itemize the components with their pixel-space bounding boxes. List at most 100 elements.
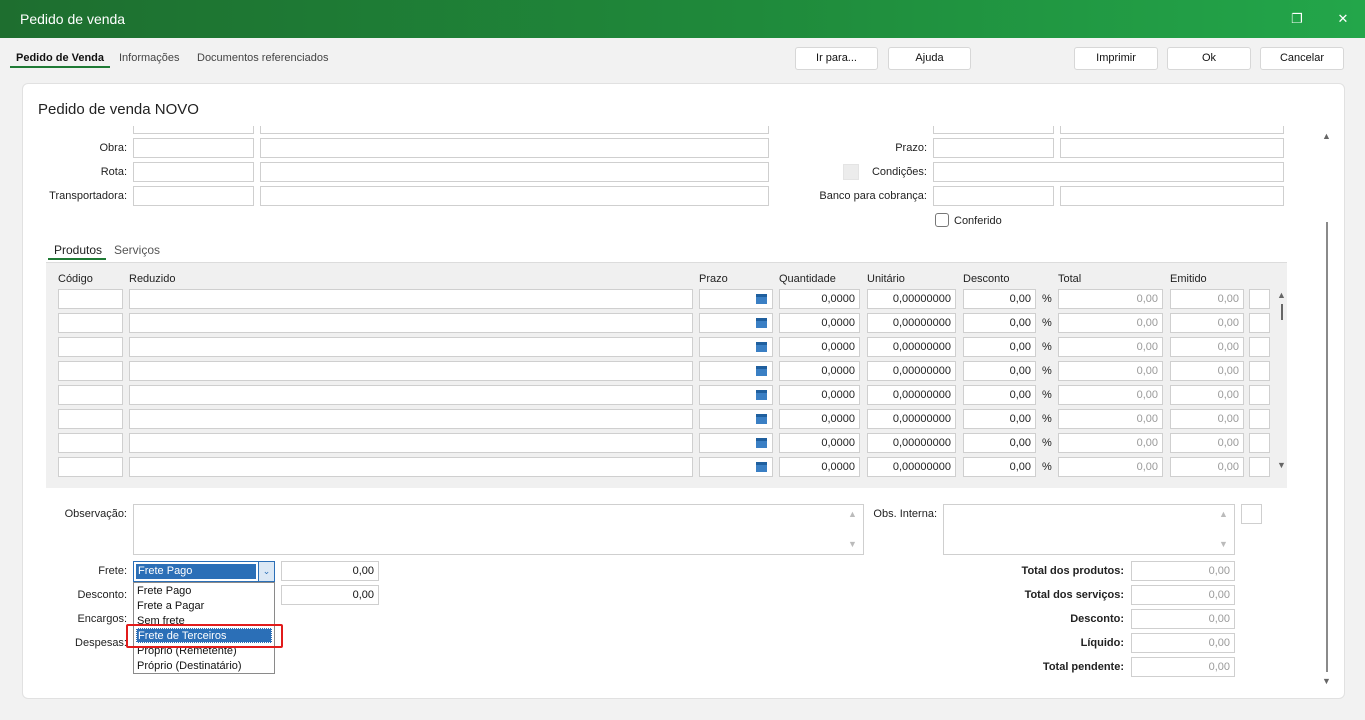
extra-cell[interactable] bbox=[1249, 361, 1270, 381]
desconto-cell[interactable]: 0,00 bbox=[963, 289, 1036, 309]
unitario-cell[interactable]: 0,00000000 bbox=[867, 433, 956, 453]
tab-servicos[interactable]: Serviços bbox=[114, 243, 160, 257]
restore-icon[interactable]: ❐ bbox=[1286, 8, 1308, 30]
obs-interna-textarea[interactable]: ▲ ▼ bbox=[943, 504, 1235, 555]
extra-cell[interactable] bbox=[1249, 409, 1270, 429]
observacao-textarea[interactable]: ▲ ▼ bbox=[133, 504, 864, 555]
extra-cell[interactable] bbox=[1249, 433, 1270, 453]
quantidade-cell[interactable]: 0,0000 bbox=[779, 433, 860, 453]
codigo-cell[interactable] bbox=[58, 457, 123, 477]
tab-produtos[interactable]: Produtos bbox=[54, 243, 102, 257]
ajuda-button[interactable]: Ajuda bbox=[888, 47, 971, 70]
extra-cell[interactable] bbox=[1249, 457, 1270, 477]
conferido-checkbox[interactable] bbox=[935, 213, 949, 227]
desconto-cell[interactable]: 0,00 bbox=[963, 433, 1036, 453]
chevron-down-icon[interactable]: ⌄ bbox=[258, 562, 274, 581]
rota-code-field[interactable] bbox=[133, 162, 254, 182]
ok-button[interactable]: Ok bbox=[1167, 47, 1251, 70]
tab-informacoes[interactable]: Informações bbox=[119, 52, 180, 64]
calendar-icon[interactable] bbox=[756, 390, 767, 400]
scroll-down-icon[interactable]: ▼ bbox=[848, 539, 857, 549]
reduzido-cell[interactable] bbox=[129, 361, 693, 381]
cut-field[interactable] bbox=[133, 126, 254, 134]
quantidade-cell[interactable]: 0,0000 bbox=[779, 337, 860, 357]
banco-name-field[interactable] bbox=[1060, 186, 1284, 206]
scroll-down-icon[interactable]: ▼ bbox=[1219, 539, 1228, 549]
calendar-icon[interactable] bbox=[756, 318, 767, 328]
codigo-cell[interactable] bbox=[58, 433, 123, 453]
quantidade-cell[interactable]: 0,0000 bbox=[779, 457, 860, 477]
extra-cell[interactable] bbox=[1249, 313, 1270, 333]
codigo-cell[interactable] bbox=[58, 409, 123, 429]
frete-select[interactable]: Frete Pago ⌄ bbox=[133, 561, 275, 582]
ir-para-button[interactable]: Ir para... bbox=[795, 47, 878, 70]
desconto-cell[interactable]: 0,00 bbox=[963, 457, 1036, 477]
extra-cell[interactable] bbox=[1249, 289, 1270, 309]
prazo-code-field[interactable] bbox=[933, 138, 1054, 158]
quantidade-cell[interactable]: 0,0000 bbox=[779, 385, 860, 405]
quantidade-cell[interactable]: 0,0000 bbox=[779, 361, 860, 381]
unitario-cell[interactable]: 0,00000000 bbox=[867, 361, 956, 381]
obra-name-field[interactable] bbox=[260, 138, 769, 158]
imprimir-button[interactable]: Imprimir bbox=[1074, 47, 1158, 70]
unitario-cell[interactable]: 0,00000000 bbox=[867, 385, 956, 405]
codigo-cell[interactable] bbox=[58, 361, 123, 381]
desconto-cell[interactable]: 0,00 bbox=[963, 385, 1036, 405]
obs-interna-extra-button[interactable] bbox=[1241, 504, 1262, 524]
quantidade-cell[interactable]: 0,0000 bbox=[779, 289, 860, 309]
grid-scroll-up-icon[interactable]: ▲ bbox=[1277, 290, 1286, 300]
close-icon[interactable]: ✕ bbox=[1332, 8, 1354, 30]
calendar-icon[interactable] bbox=[756, 438, 767, 448]
panel-scroll-down-icon[interactable]: ▼ bbox=[1322, 676, 1331, 686]
unitario-cell[interactable]: 0,00000000 bbox=[867, 313, 956, 333]
quantidade-cell[interactable]: 0,0000 bbox=[779, 313, 860, 333]
calendar-icon[interactable] bbox=[756, 462, 767, 472]
tab-documentos-referenciados[interactable]: Documentos referenciados bbox=[197, 52, 328, 64]
cancelar-button[interactable]: Cancelar bbox=[1260, 47, 1344, 70]
prazo-name-field[interactable] bbox=[1060, 138, 1284, 158]
scroll-up-icon[interactable]: ▲ bbox=[1219, 509, 1228, 519]
codigo-cell[interactable] bbox=[58, 385, 123, 405]
reduzido-cell[interactable] bbox=[129, 433, 693, 453]
cut-field[interactable] bbox=[1060, 126, 1284, 134]
frete-option-proprio-destinatario[interactable]: Próprio (Destinatário) bbox=[136, 659, 272, 674]
reduzido-cell[interactable] bbox=[129, 337, 693, 357]
grid-scrollbar[interactable] bbox=[1281, 304, 1283, 320]
codigo-cell[interactable] bbox=[58, 337, 123, 357]
extra-cell[interactable] bbox=[1249, 337, 1270, 357]
unitario-cell[interactable]: 0,00000000 bbox=[867, 409, 956, 429]
transportadora-name-field[interactable] bbox=[260, 186, 769, 206]
unitario-cell[interactable]: 0,00000000 bbox=[867, 289, 956, 309]
reduzido-cell[interactable] bbox=[129, 289, 693, 309]
rota-name-field[interactable] bbox=[260, 162, 769, 182]
codigo-cell[interactable] bbox=[58, 313, 123, 333]
frete-valor-field[interactable]: 0,00 bbox=[281, 561, 379, 581]
desconto-valor-field[interactable]: 0,00 bbox=[281, 585, 379, 605]
calendar-icon[interactable] bbox=[756, 366, 767, 376]
reduzido-cell[interactable] bbox=[129, 313, 693, 333]
desconto-cell[interactable]: 0,00 bbox=[963, 337, 1036, 357]
cut-field[interactable] bbox=[933, 126, 1054, 134]
desconto-cell[interactable]: 0,00 bbox=[963, 313, 1036, 333]
unitario-cell[interactable]: 0,00000000 bbox=[867, 337, 956, 357]
reduzido-cell[interactable] bbox=[129, 385, 693, 405]
desconto-cell[interactable]: 0,00 bbox=[963, 361, 1036, 381]
obra-code-field[interactable] bbox=[133, 138, 254, 158]
unitario-cell[interactable]: 0,00000000 bbox=[867, 457, 956, 477]
frete-option-pago[interactable]: Frete Pago bbox=[136, 584, 272, 599]
extra-cell[interactable] bbox=[1249, 385, 1270, 405]
calendar-icon[interactable] bbox=[756, 294, 767, 304]
panel-scrollbar[interactable] bbox=[1326, 222, 1328, 672]
banco-code-field[interactable] bbox=[933, 186, 1054, 206]
tab-pedido-de-venda[interactable]: Pedido de Venda bbox=[16, 52, 104, 64]
condicoes-field[interactable] bbox=[933, 162, 1284, 182]
reduzido-cell[interactable] bbox=[129, 457, 693, 477]
frete-option-a-pagar[interactable]: Frete a Pagar bbox=[136, 599, 272, 614]
reduzido-cell[interactable] bbox=[129, 409, 693, 429]
cut-field[interactable] bbox=[260, 126, 769, 134]
transportadora-code-field[interactable] bbox=[133, 186, 254, 206]
condicoes-toggle[interactable] bbox=[843, 164, 859, 180]
panel-scroll-up-icon[interactable]: ▲ bbox=[1322, 131, 1331, 141]
grid-scroll-down-icon[interactable]: ▼ bbox=[1277, 460, 1286, 470]
quantidade-cell[interactable]: 0,0000 bbox=[779, 409, 860, 429]
